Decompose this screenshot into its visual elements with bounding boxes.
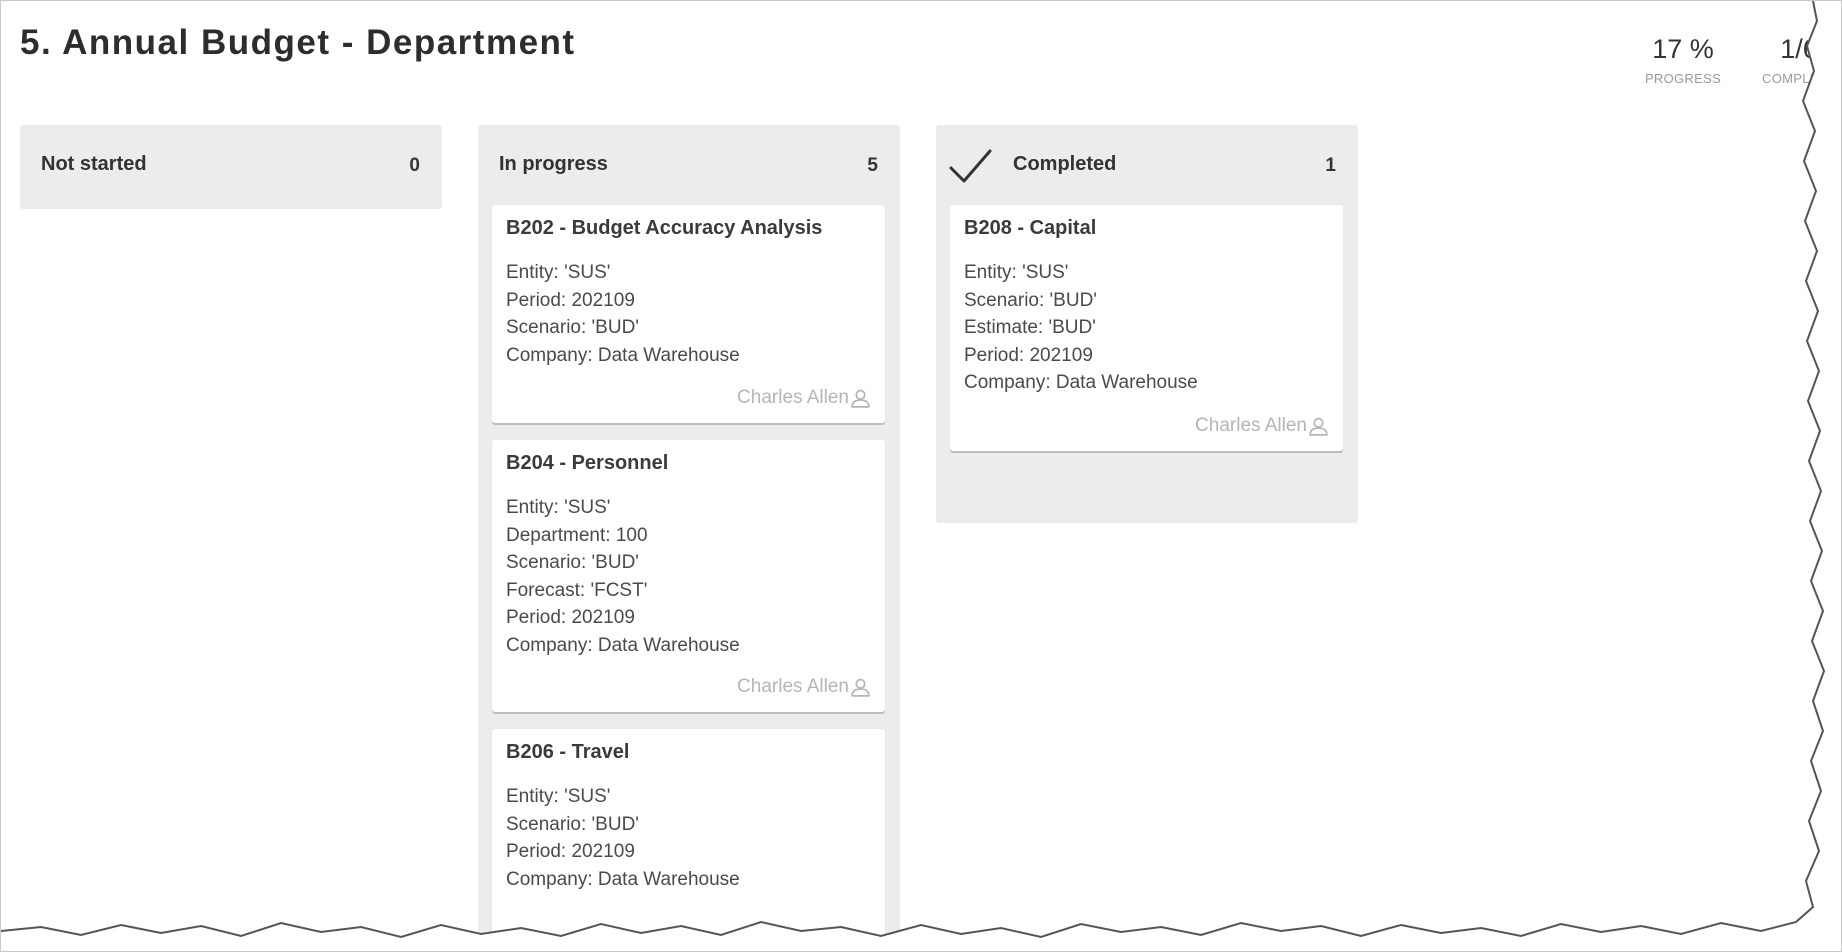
task-detail: Company: Data Warehouse bbox=[964, 372, 1198, 394]
task-owner[interactable]: Charles Allen bbox=[737, 676, 871, 698]
column-not-started: Not started 0 bbox=[20, 125, 442, 209]
task-detail: Entity: 'SUS' bbox=[964, 262, 1069, 283]
task-detail: Period: 202109 bbox=[964, 344, 1093, 366]
complete-stat: 1/6 COMPLETE bbox=[1749, 33, 1841, 86]
task-card-details: Entity: 'SUS' Period: 202109 Scenario: '… bbox=[506, 259, 740, 369]
progress-label: PROGRESS bbox=[1644, 71, 1722, 86]
task-card-title: B204 - Personnel bbox=[506, 452, 669, 474]
column-title: Not started bbox=[41, 153, 147, 175]
workflow-board: 5. Annual Budget - Department 17 % PROGR… bbox=[0, 0, 1842, 952]
column-header[interactable]: Completed 1 bbox=[936, 125, 1358, 209]
user-icon bbox=[851, 389, 870, 408]
task-card-title: B208 - Capital bbox=[964, 217, 1097, 239]
progress-stat: 17 % PROGRESS bbox=[1633, 33, 1733, 86]
task-card[interactable]: B204 - Personnel Entity: 'SUS' Departmen… bbox=[492, 440, 885, 712]
task-detail: Estimate: 'BUD' bbox=[964, 317, 1096, 339]
task-detail: Entity: 'SUS' bbox=[506, 786, 611, 807]
progress-value: 17 % bbox=[1652, 34, 1714, 64]
column-count: 0 bbox=[409, 155, 420, 176]
column-header[interactable]: In progress 5 bbox=[478, 125, 900, 209]
task-detail: Scenario: 'BUD' bbox=[506, 552, 639, 574]
task-detail: Company: Data Warehouse bbox=[506, 344, 740, 366]
task-detail: Scenario: 'BUD' bbox=[506, 813, 639, 835]
task-detail: Entity: 'SUS' bbox=[506, 262, 611, 283]
task-owner[interactable]: Charles Allen bbox=[1195, 415, 1329, 437]
task-card-details: Entity: 'SUS' Scenario: 'BUD' Period: 20… bbox=[506, 783, 740, 893]
column-count: 1 bbox=[1325, 155, 1336, 176]
task-detail: Entity: 'SUS' bbox=[506, 497, 611, 518]
column-header[interactable]: Not started 0 bbox=[20, 125, 442, 209]
task-card-title: B202 - Budget Accuracy Analysis bbox=[506, 217, 823, 239]
task-card-details: Entity: 'SUS' Scenario: 'BUD' Estimate: … bbox=[964, 259, 1198, 397]
column-count: 5 bbox=[867, 155, 878, 176]
task-detail: Period: 202109 bbox=[506, 841, 635, 863]
task-owner-name: Charles Allen bbox=[737, 387, 849, 408]
column-in-progress: In progress 5 B202 - Budget Accuracy Ana… bbox=[478, 125, 900, 952]
task-detail: Period: 202109 bbox=[506, 607, 635, 629]
task-owner-name: Charles Allen bbox=[737, 933, 849, 952]
task-owner[interactable]: Charles Allen bbox=[737, 387, 871, 409]
column-completed: Completed 1 B208 - Capital Entity: 'SUS'… bbox=[936, 125, 1358, 523]
task-detail: Forecast: 'FCST' bbox=[506, 579, 648, 601]
user-icon bbox=[851, 678, 870, 697]
task-card[interactable]: B206 - Travel Entity: 'SUS' Scenario: 'B… bbox=[492, 729, 885, 952]
page-title: 5. Annual Budget - Department bbox=[20, 23, 576, 62]
complete-label: COMPLETE bbox=[1762, 71, 1836, 86]
user-icon bbox=[851, 935, 870, 951]
task-card-title: B206 - Travel bbox=[506, 741, 630, 763]
task-owner[interactable]: Charles Allen bbox=[737, 933, 871, 952]
task-detail: Scenario: 'BUD' bbox=[506, 317, 639, 339]
task-detail: Company: Data Warehouse bbox=[506, 634, 740, 656]
checkmark-icon bbox=[949, 149, 992, 183]
task-owner-name: Charles Allen bbox=[737, 676, 849, 697]
user-icon bbox=[1309, 417, 1328, 436]
task-detail: Period: 202109 bbox=[506, 289, 635, 311]
column-title: In progress bbox=[499, 153, 608, 175]
column-title: Completed bbox=[1013, 153, 1117, 175]
complete-value: 1/6 bbox=[1780, 34, 1818, 64]
task-card[interactable]: B208 - Capital Entity: 'SUS' Scenario: '… bbox=[950, 205, 1343, 451]
task-owner-name: Charles Allen bbox=[1195, 415, 1307, 436]
task-detail: Department: 100 bbox=[506, 524, 648, 546]
task-detail: Scenario: 'BUD' bbox=[964, 289, 1097, 311]
task-detail: Company: Data Warehouse bbox=[506, 868, 740, 890]
task-card[interactable]: B202 - Budget Accuracy Analysis Entity: … bbox=[492, 205, 885, 423]
task-card-details: Entity: 'SUS' Department: 100 Scenario: … bbox=[506, 494, 740, 660]
